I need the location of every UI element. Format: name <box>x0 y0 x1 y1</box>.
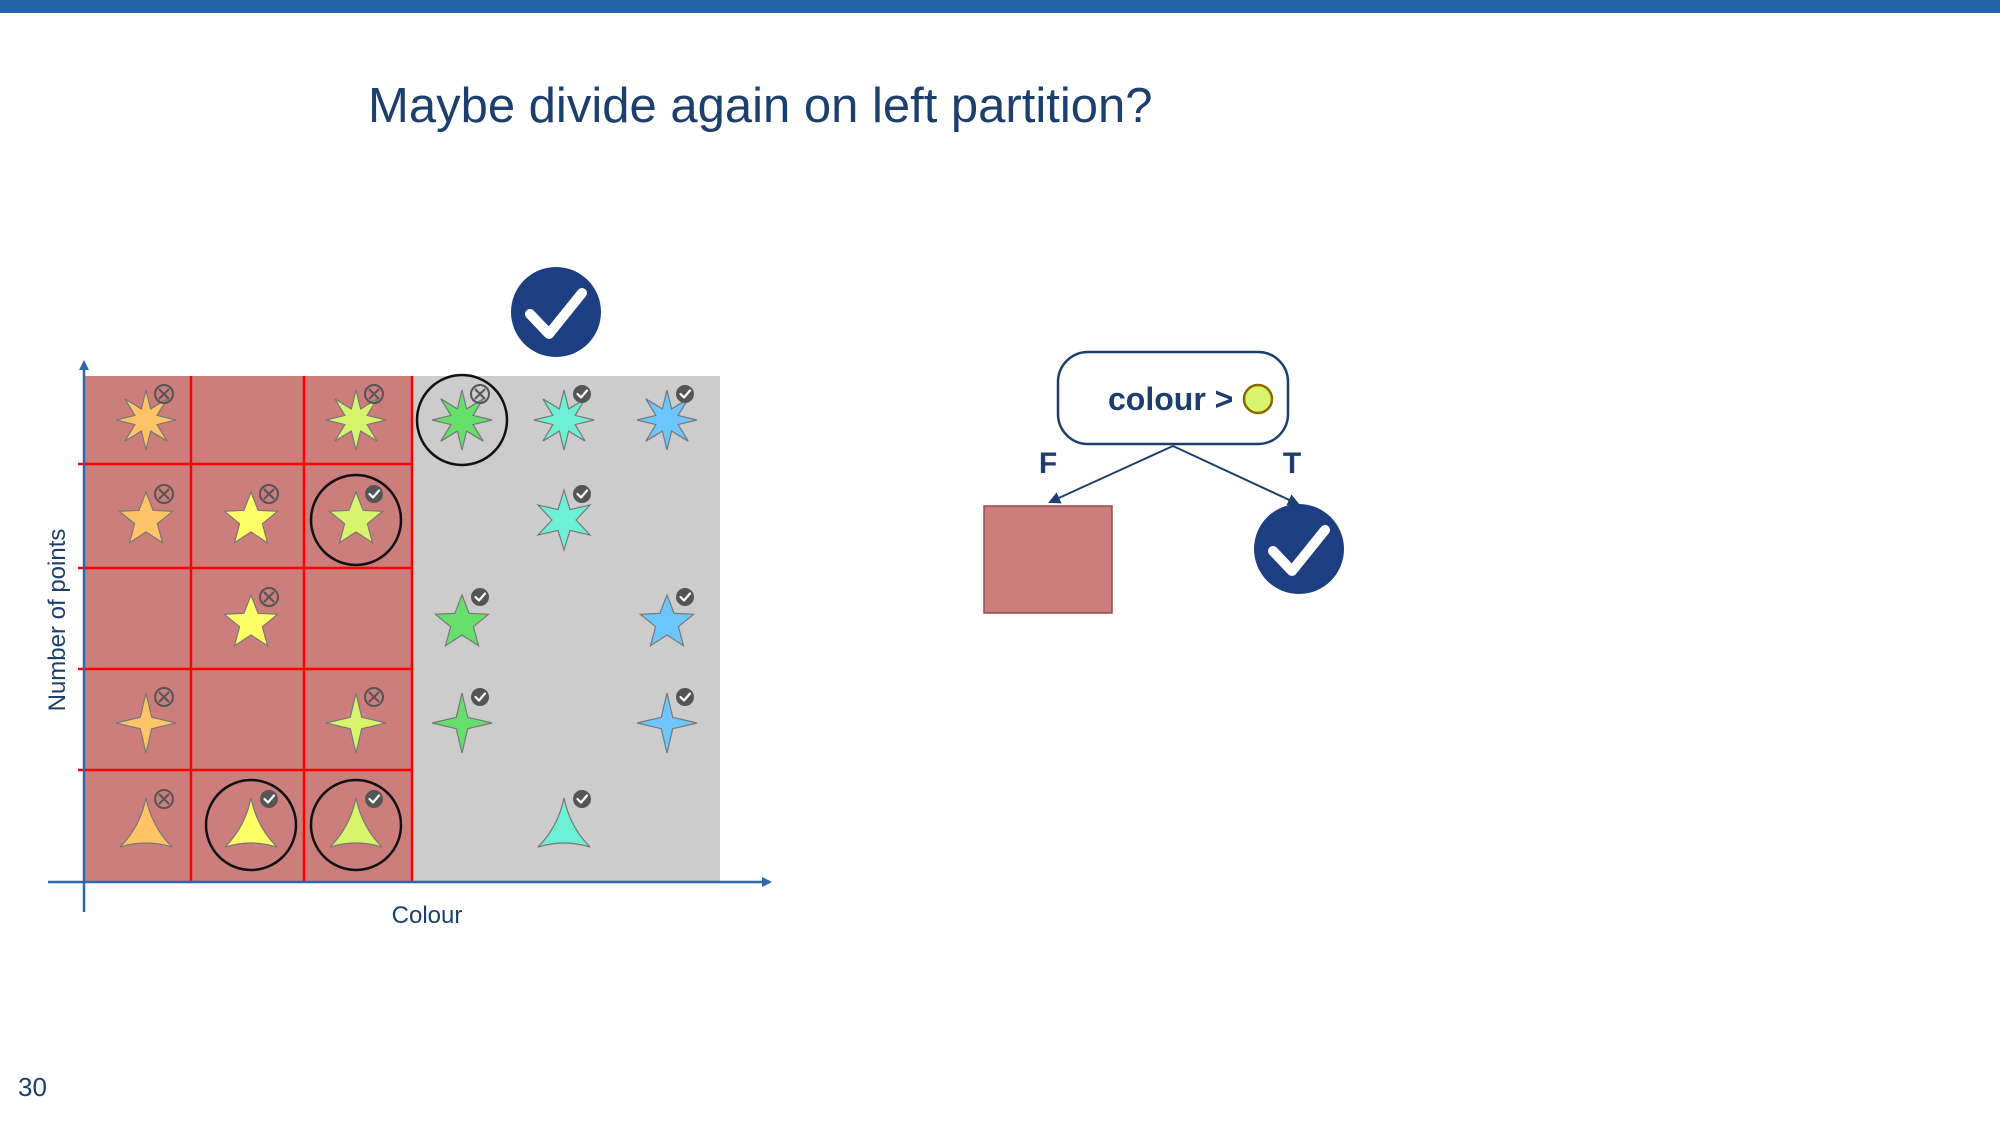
check-mark-icon <box>365 485 383 503</box>
false-leaf-node <box>983 505 1113 614</box>
point-star8 <box>431 389 493 451</box>
y-axis-label: Number of points <box>44 529 71 712</box>
check-mark-icon <box>573 385 591 403</box>
check-mark-icon <box>471 588 489 606</box>
check-mark-icon <box>676 588 694 606</box>
check-mark-icon <box>573 790 591 808</box>
false-branch-label: F <box>1039 447 1057 480</box>
decision-tree: colour > F T <box>983 350 1344 614</box>
false-branch-edge <box>1048 445 1174 504</box>
colour-threshold-swatch <box>1242 383 1274 415</box>
true-branch-edge <box>1172 445 1300 506</box>
diagram-canvas: Colour Number of points colour > F T <box>44 267 1344 929</box>
x-axis-label: Colour <box>392 902 463 929</box>
check-mark-icon <box>676 688 694 706</box>
point-star8 <box>115 389 177 451</box>
check-mark-icon <box>365 790 383 808</box>
true-leaf-check-icon <box>1254 504 1344 594</box>
check-mark-icon <box>471 688 489 706</box>
true-branch-label: T <box>1283 447 1301 480</box>
check-mark-icon <box>260 790 278 808</box>
point-star8 <box>325 389 387 451</box>
check-badge-icon <box>511 267 601 357</box>
check-mark-icon <box>573 485 591 503</box>
check-mark-icon <box>676 385 694 403</box>
scatter-plot: Colour Number of points <box>44 360 772 929</box>
root-node-label: colour > <box>1108 381 1233 417</box>
